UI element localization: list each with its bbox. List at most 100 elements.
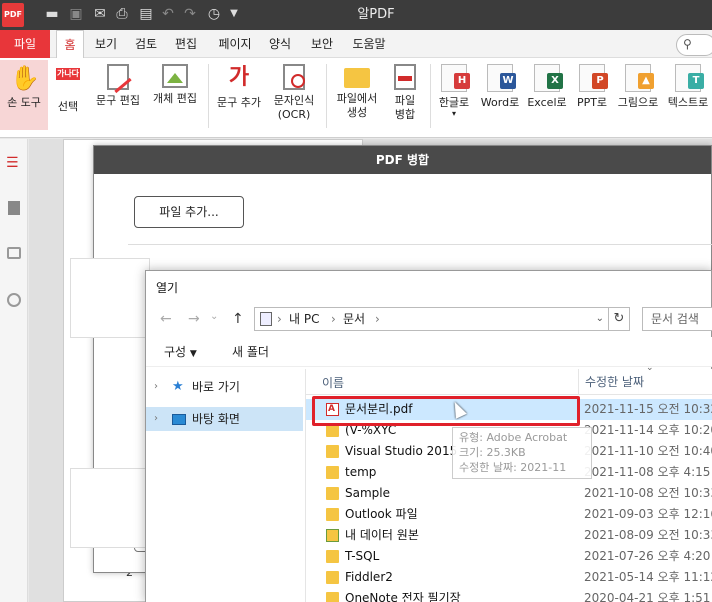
add-file-button[interactable]: 파일 추가... — [134, 196, 244, 228]
text-edit-icon — [107, 64, 129, 90]
new-folder-button[interactable]: 새 폴더 — [232, 343, 269, 360]
ribbon: ✋ 손 도구 가나다 선택 문구 편집 개체 편집 가 문구 추가 문자인식 (… — [0, 58, 712, 138]
image-icon: ▲ — [625, 64, 654, 92]
breadcrumb-separator: › — [331, 312, 336, 326]
add-text-button[interactable]: 가 문구 추가 — [212, 60, 266, 130]
refresh-button[interactable]: ↻ — [608, 307, 630, 331]
merge-divider — [128, 244, 712, 245]
object-edit-button[interactable]: 개체 편집 — [148, 60, 202, 130]
data-source-folder-icon — [326, 529, 339, 542]
menu-tab-security[interactable]: 보안 — [306, 30, 338, 58]
page-thumbnail — [70, 258, 150, 338]
page-thumbnail — [70, 468, 150, 548]
organize-button[interactable]: 구성 ▼ — [164, 343, 197, 360]
file-search-input[interactable]: 문서 검색 — [642, 307, 712, 331]
merge-files-button[interactable]: 파일 병합 — [386, 60, 424, 130]
menu-tab-form[interactable]: 양식 — [264, 30, 296, 58]
nav-item-quick-access[interactable]: › ★ 바로 가기 — [146, 375, 303, 399]
breadcrumb-this-pc[interactable]: 내 PC — [289, 308, 319, 330]
menu-tab-page[interactable]: 페이지 — [212, 30, 258, 58]
select-tool-button[interactable]: 가나다 선택 — [50, 60, 86, 130]
convert-to-image-button[interactable]: ▲ 그림으로 — [614, 60, 662, 130]
object-edit-icon — [162, 64, 188, 88]
folder-row[interactable]: Sample 2021-10-08 오전 10:33 — [306, 483, 712, 504]
menu-tab-home[interactable]: 홈 — [56, 30, 84, 59]
column-date-modified[interactable]: 수정한 날짜 — [578, 369, 712, 395]
dialog-toolbar: 구성 ▼ 새 폴더 — [146, 337, 712, 367]
convert-to-word-button[interactable]: W Word로 — [478, 60, 522, 130]
text-icon: T — [675, 64, 704, 92]
breadcrumb-documents[interactable]: 문서 — [343, 308, 365, 330]
folder-row[interactable]: Fiddler2 2021-05-14 오후 11:12 — [306, 567, 712, 588]
open-file-dialog: 열기 ← → ⌄ ↑ › 내 PC › 문서 › ⌄ ↻ 문서 검색 구성 ▼ … — [145, 270, 712, 602]
recent-dropdown-icon[interactable]: ⌄ — [210, 311, 218, 322]
hand-icon: ✋ — [10, 64, 40, 92]
folder-icon — [344, 68, 370, 88]
menu-tab-review[interactable]: 검토 — [130, 30, 162, 58]
folder-icon — [326, 592, 339, 602]
convert-to-excel-button[interactable]: X Excel로 — [526, 60, 568, 130]
add-text-icon: 가 — [228, 65, 250, 90]
chevron-right-icon[interactable]: › — [154, 407, 158, 431]
folder-row[interactable]: T-SQL 2021-07-26 오후 4:20 — [306, 546, 712, 567]
ribbon-separator — [208, 64, 209, 128]
breadcrumb-separator: › — [375, 312, 380, 326]
address-bar[interactable]: › 내 PC › 문서 › ⌄ — [254, 307, 609, 331]
text-edit-button[interactable]: 문구 편집 — [90, 60, 146, 130]
title-bar: PDF ▬ ▣ ✉ ⎙ ▤ ↶ ↷ ◷ ▼ 알PDF — [0, 0, 712, 30]
open-dialog-title: 열기 — [156, 281, 179, 295]
folder-icon — [326, 466, 339, 479]
back-arrow-icon[interactable]: ← — [160, 311, 172, 327]
select-icon: 가나다 — [56, 68, 80, 80]
merge-icon — [394, 64, 416, 90]
ocr-icon — [283, 64, 305, 90]
breadcrumb-separator: › — [277, 312, 282, 326]
bookmark-icon[interactable] — [8, 201, 20, 215]
file-tooltip: 유형: Adobe Acrobat 크기: 25.3KB 수정한 날짜: 202… — [452, 427, 592, 479]
ppt-icon: P — [579, 64, 608, 92]
column-name[interactable]: 이름 — [322, 374, 344, 391]
excel-icon: X — [534, 64, 563, 92]
folder-icon — [326, 487, 339, 500]
highlight-annotation — [312, 396, 580, 426]
address-dropdown-icon[interactable]: ⌄ — [596, 308, 604, 330]
thumbnails-icon[interactable]: ☰ — [6, 155, 22, 171]
convert-to-text-button[interactable]: T 텍스트로 — [664, 60, 712, 130]
up-arrow-icon[interactable]: ↑ — [232, 311, 244, 327]
ribbon-separator — [430, 64, 431, 128]
menu-tab-edit[interactable]: 편집 — [170, 30, 202, 58]
convert-to-hangul-button[interactable]: H 한글로 ▾ — [434, 60, 474, 130]
nav-item-desktop[interactable]: › 바탕 화면 — [146, 407, 303, 431]
folder-row[interactable]: 내 데이터 원본 2021-08-09 오전 10:33 — [306, 525, 712, 546]
create-from-file-button[interactable]: 파일에서 생성 — [330, 60, 384, 130]
menu-tab-help[interactable]: 도움말 — [346, 30, 392, 58]
pc-icon — [260, 312, 272, 326]
folder-row[interactable]: OneNote 전자 필기장 2020-04-21 오후 1:51 — [306, 588, 712, 602]
menu-bar: 파일 홈 보기 검토 편집 페이지 양식 보안 도움말 — [0, 30, 712, 59]
navigation-pane: › ★ 바로 가기 › 바탕 화면 — [146, 369, 306, 602]
comment-icon[interactable] — [7, 247, 21, 259]
merge-dialog-title: PDF 병합 — [94, 146, 711, 174]
menu-tab-view[interactable]: 보기 — [90, 30, 122, 58]
column-header: 이름 ⌄ 수정한 날짜 — [306, 363, 712, 395]
search-icon: ⚲ — [683, 37, 692, 51]
convert-to-ppt-button[interactable]: P PPT로 — [572, 60, 612, 130]
ocr-button[interactable]: 문자인식 (OCR) — [268, 60, 320, 130]
dropdown-icon: ▾ — [451, 109, 456, 118]
address-row: ← → ⌄ ↑ › 내 PC › 문서 › ⌄ ↻ 문서 검색 — [146, 305, 712, 335]
forward-arrow-icon[interactable]: → — [188, 311, 200, 327]
folder-icon — [326, 508, 339, 521]
word-icon: W — [487, 64, 516, 92]
hand-tool-button[interactable]: ✋ 손 도구 — [0, 60, 48, 130]
hangul-icon: H — [441, 64, 470, 92]
menu-tab-file[interactable]: 파일 — [0, 30, 50, 58]
search-icon[interactable] — [7, 293, 21, 307]
chevron-right-icon[interactable]: › — [154, 375, 158, 399]
folder-row[interactable]: Outlook 파일 2021-09-03 오후 12:16 — [306, 504, 712, 525]
star-icon: ★ — [172, 379, 184, 394]
desktop-icon — [172, 414, 186, 425]
folder-icon — [326, 550, 339, 563]
ribbon-search-input[interactable]: ⚲ — [676, 34, 712, 56]
app-title: 알PDF — [357, 7, 395, 22]
folder-icon — [326, 571, 339, 584]
